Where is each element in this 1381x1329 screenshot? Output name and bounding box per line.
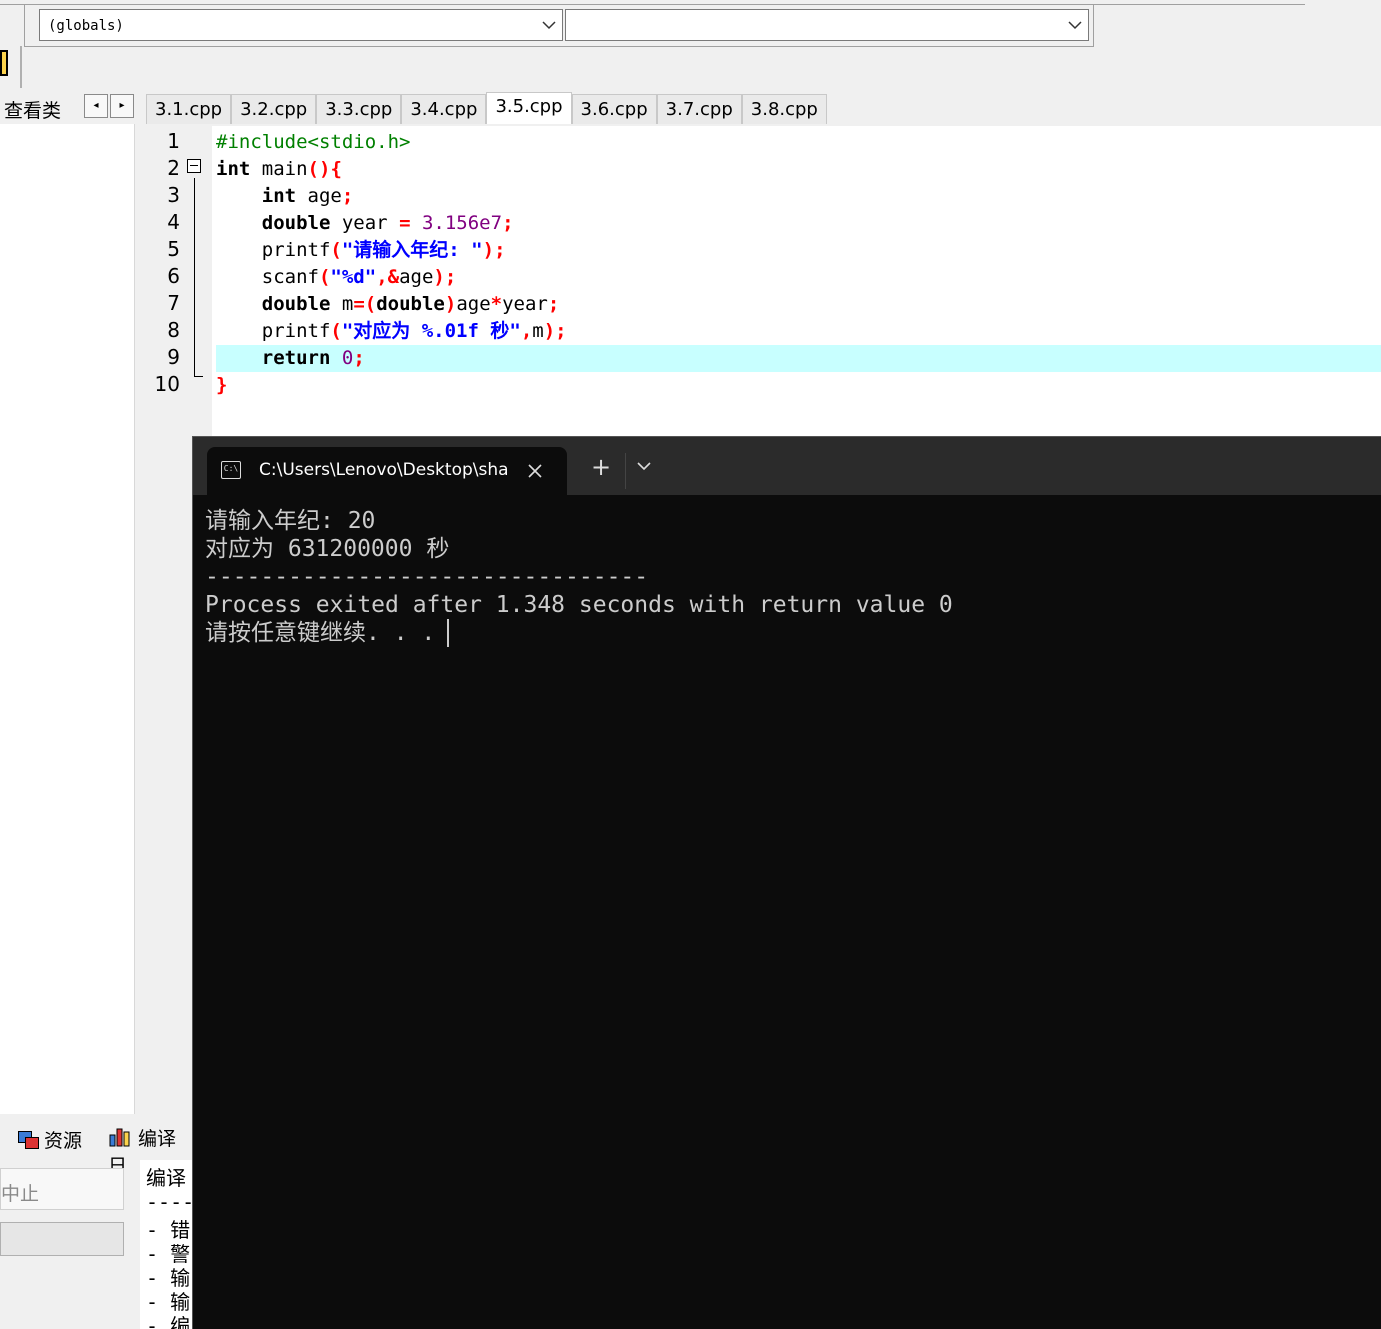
stop-button-label: 中止 (1, 1183, 40, 1205)
toolbar-icon-stub[interactable] (0, 50, 8, 76)
chevron-down-icon[interactable] (637, 461, 651, 471)
scope-toolbar: (globals) (24, 5, 1094, 47)
editor-tab-bar: 3.1.cpp 3.2.cpp 3.3.cpp 3.4.cpp 3.5.cpp 3.6.c… (146, 92, 827, 124)
code-line[interactable]: return 0; (216, 345, 1381, 372)
editor-tab[interactable]: 3.8.cpp (741, 94, 827, 124)
editor-tab[interactable]: 3.7.cpp (656, 94, 742, 124)
editor-tab[interactable]: 3.4.cpp (401, 94, 487, 124)
line-number: 9 (167, 345, 180, 369)
compile-log-output: 编译 ---- - 错- 警- 输- 输- 编 (140, 1160, 192, 1329)
editor-tab[interactable]: 3.5.cpp (486, 92, 572, 124)
line-number: 2 (167, 156, 180, 180)
prev-tab-button[interactable]: ◂ (84, 94, 108, 118)
code-editor[interactable]: 1 2 3 4 5 6 7 8 9 10 #include<stdio.h> int main(){… (146, 126, 1381, 436)
tab-nav-arrows: ◂ ▸ (84, 94, 136, 118)
titlebar-divider (625, 453, 626, 489)
line-number-gutter: 1 2 3 4 5 6 7 8 9 10 (146, 126, 212, 436)
class-view-tab[interactable]: 查看类 (4, 96, 61, 123)
terminal-title-bar: C:\ C:\Users\Lenovo\Desktop\sha + (193, 437, 1381, 495)
line-number: 4 (167, 210, 180, 234)
line-number: 6 (167, 264, 180, 288)
code-line[interactable]: int age; (216, 183, 1381, 210)
code-line[interactable]: } (216, 372, 1381, 399)
member-combo[interactable] (565, 9, 1089, 41)
terminal-tab-title: C:\Users\Lenovo\Desktop\sha (259, 460, 507, 480)
line-number: 1 (167, 129, 180, 153)
editor-tab[interactable]: 3.3.cpp (316, 94, 402, 124)
line-number: 8 (167, 318, 180, 342)
resources-icon (18, 1131, 39, 1149)
code-line[interactable]: printf("请输入年纪: "); (216, 237, 1381, 264)
scope-combo[interactable]: (globals) (39, 9, 563, 41)
fold-guide-end (194, 376, 203, 377)
compile-log-title: 编译 (146, 1166, 186, 1190)
text-cursor (447, 619, 449, 647)
stop-button[interactable]: 中止 (0, 1168, 124, 1210)
code-line[interactable]: printf("对应为 %.01f 秒",m); (216, 318, 1381, 345)
code-line[interactable]: double year = 3.156e7; (216, 210, 1381, 237)
terminal-line: 请输入年纪: 20 (205, 508, 376, 534)
console-icon: C:\ (221, 461, 241, 479)
chevron-down-icon (1068, 21, 1082, 30)
line-number: 10 (154, 372, 180, 396)
bar-chart-icon (109, 1128, 130, 1147)
chevron-down-icon (542, 21, 556, 30)
code-line[interactable]: double m=(double)age*year; (216, 291, 1381, 318)
terminal-line: -------------------------------- (205, 564, 649, 590)
code-line[interactable]: #include<stdio.h> (216, 129, 1381, 156)
scope-combo-value: (globals) (48, 18, 124, 34)
line-number: 5 (167, 237, 180, 261)
bottom-panel-tabs: 资源 编译日 (0, 1120, 192, 1177)
code-line[interactable]: scanf("%d",&age); (216, 264, 1381, 291)
class-browser-panel[interactable] (0, 124, 135, 1114)
editor-tab[interactable]: 3.2.cpp (231, 94, 317, 124)
next-tab-button[interactable]: ▸ (110, 94, 134, 118)
fold-guide (194, 178, 195, 376)
fold-collapse-icon[interactable] (187, 159, 201, 173)
new-tab-button[interactable]: + (591, 455, 611, 479)
terminal-line: 对应为 631200000 秒 (205, 536, 450, 562)
line-number: 7 (167, 291, 180, 315)
terminal-tab[interactable]: C:\ C:\Users\Lenovo\Desktop\sha (207, 447, 567, 495)
compile-log-line: - 编 (146, 1314, 191, 1329)
editor-tab[interactable]: 3.6.cpp (571, 94, 657, 124)
compile-log-line: ---- (146, 1190, 192, 1214)
terminal-line: Process exited after 1.348 seconds with … (205, 592, 953, 618)
toolbar-divider (20, 46, 22, 88)
terminal-line: 请按任意键继续. . . (205, 620, 436, 646)
compile-progress-bar (0, 1222, 124, 1256)
terminal-window[interactable]: C:\ C:\Users\Lenovo\Desktop\sha + 请输入年纪:… (192, 436, 1381, 1329)
resources-tab[interactable]: 资源 (18, 1126, 82, 1153)
close-icon[interactable] (527, 463, 543, 479)
code-line[interactable]: int main(){ (216, 156, 1381, 183)
editor-tab[interactable]: 3.1.cpp (146, 94, 232, 124)
line-number: 3 (167, 183, 180, 207)
resources-tab-label: 资源 (44, 1130, 83, 1152)
